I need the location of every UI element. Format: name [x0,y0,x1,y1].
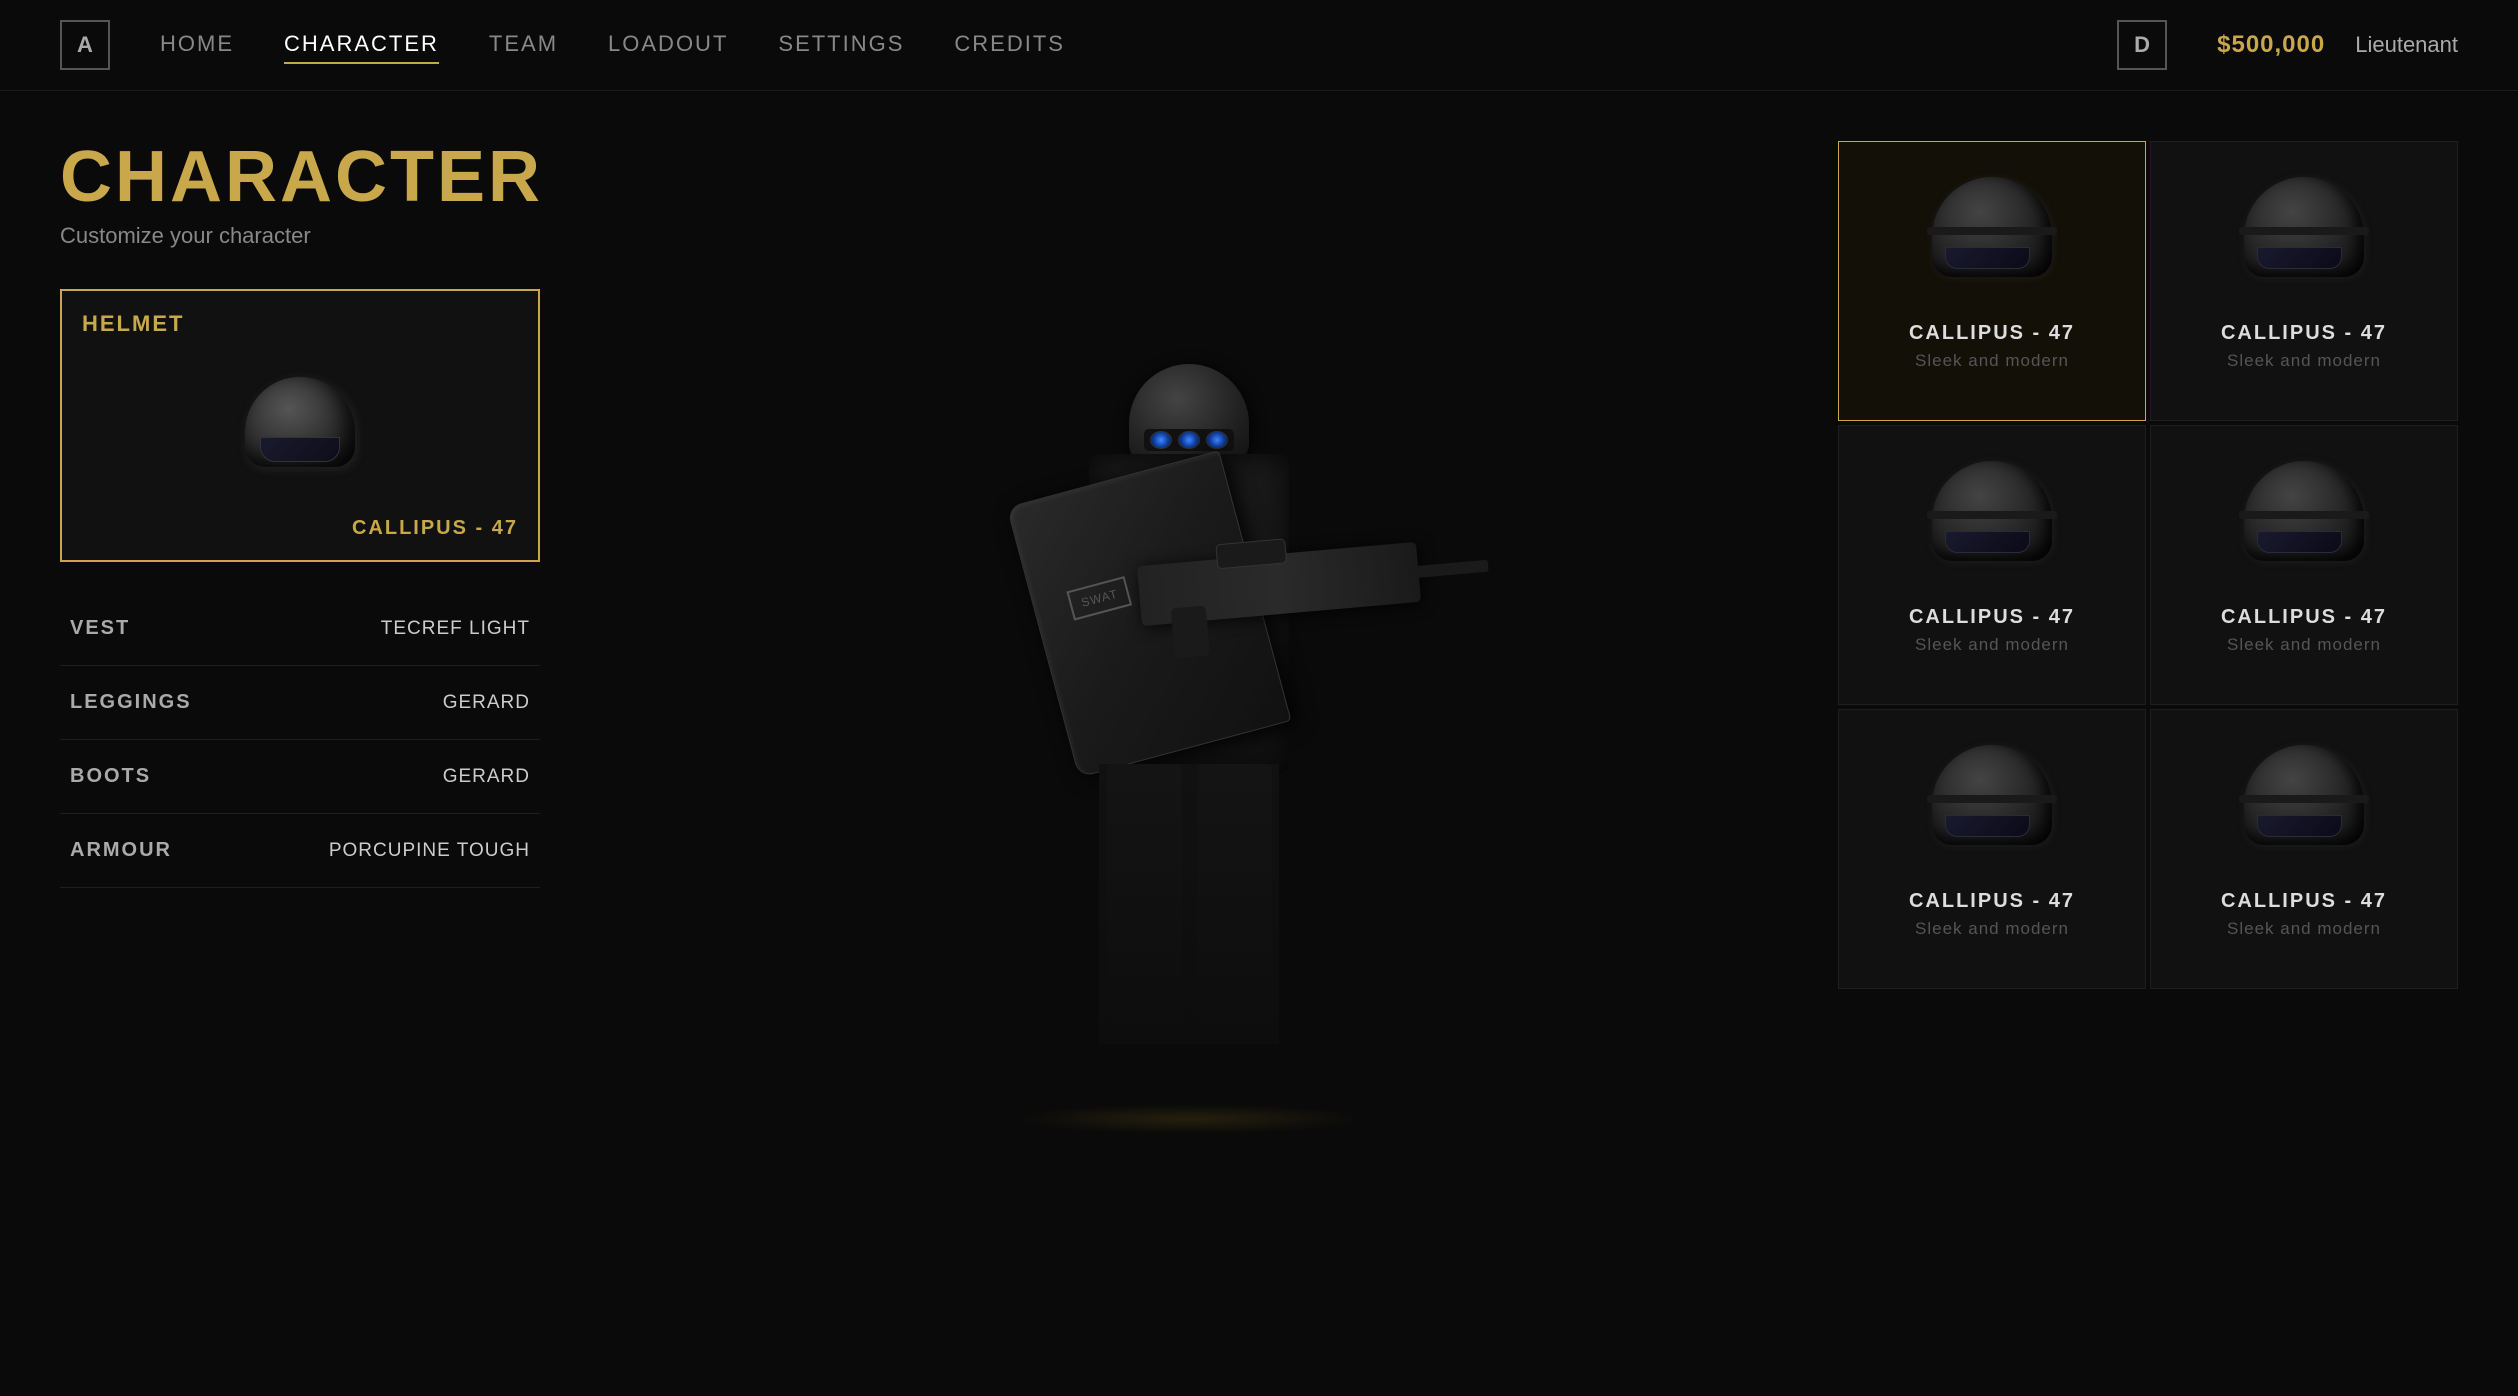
character-preview-panel: SWAT [580,141,1798,1346]
item-helm-visor-0 [1945,247,2030,269]
item-helm-visor-1 [2257,247,2342,269]
character-preview: SWAT [939,294,1439,1194]
item-helm-visor-3 [2257,531,2342,553]
char-leg-right [1197,764,1272,1044]
page-subtitle: Customize your character [60,223,540,249]
helmet-visor [260,437,340,462]
item-desc-0: Sleek and modern [1915,351,2069,371]
item-helm-band-2 [1927,511,2057,519]
item-desc-1: Sleek and modern [2227,351,2381,371]
helmet-card[interactable]: HELMET CALLIPUS - 47 [60,289,540,562]
item-name-3: CALLIPUS - 47 [2221,606,2387,629]
navigation: A HOME CHARACTER TEAM LOADOUT SETTINGS C… [0,0,2518,91]
gear-armour-label: ARMOUR [70,839,172,862]
gear-leggings-value: GERARD [443,692,530,714]
item-helm-visor-5 [2257,815,2342,837]
rifle-scope [1215,538,1287,569]
gear-leggings-label: LEGGINGS [70,691,192,714]
item-helmet-visual-3 [2229,456,2379,586]
shield-logo: SWAT [1067,576,1133,621]
item-name-5: CALLIPUS - 47 [2221,890,2387,913]
item-desc-2: Sleek and modern [1915,635,2069,655]
item-card-2[interactable]: CALLIPUS - 47 Sleek and modern [1838,425,2146,705]
nav-items: HOME CHARACTER TEAM LOADOUT SETTINGS CRE… [160,26,2067,64]
nav-item-character[interactable]: CHARACTER [284,26,439,64]
nav-icon-a[interactable]: A [60,20,110,70]
item-name-0: CALLIPUS - 47 [1909,322,2075,345]
char-legs [1099,764,1279,1044]
item-helmet-visual-0 [1917,172,2067,302]
gear-vest-label: VEST [70,617,130,640]
main-content: CHARACTER Customize your character HELME… [0,91,2518,1396]
nav-item-credits[interactable]: CREDITS [954,26,1065,64]
nvg-lens-2 [1178,431,1200,449]
helmet-label: HELMET [82,311,518,337]
item-name-1: CALLIPUS - 47 [2221,322,2387,345]
item-helmet-visual-5 [2229,740,2379,870]
item-name-2: CALLIPUS - 47 [1909,606,2075,629]
gear-boots-value: GERARD [443,766,530,788]
char-nvg [1144,429,1234,451]
item-helm-band-5 [2239,795,2369,803]
item-helm-band-3 [2239,511,2369,519]
item-helmet-visual-1 [2229,172,2379,302]
nvg-lens-3 [1206,431,1228,449]
helmet-3d-model [235,372,365,482]
nav-icon-d[interactable]: D [2117,20,2167,70]
helmet-name: CALLIPUS - 47 [82,517,518,540]
char-leg-left [1107,764,1182,1044]
item-helm-visor-2 [1945,531,2030,553]
rifle-grip [1171,605,1210,658]
item-card-1[interactable]: CALLIPUS - 47 Sleek and modern [2150,141,2458,421]
item-helm-band-4 [1927,795,2057,803]
rifle-barrel [1408,559,1489,578]
items-grid: CALLIPUS - 47 Sleek and modern CALLIPUS … [1838,141,2458,989]
gear-item-boots[interactable]: BOOTS GERARD [60,740,540,814]
gear-list: VEST TECREF LIGHT LEGGINGS GERARD BOOTS … [60,592,540,888]
gear-item-leggings[interactable]: LEGGINGS GERARD [60,666,540,740]
item-helmet-visual-2 [1917,456,2067,586]
left-panel: CHARACTER Customize your character HELME… [60,141,540,1346]
gear-armour-value: PORCUPINE TOUGH [329,840,530,862]
nvg-lens-1 [1150,431,1172,449]
item-card-4[interactable]: CALLIPUS - 47 Sleek and modern [1838,709,2146,989]
ground-glow [1014,1104,1364,1134]
nav-item-team[interactable]: TEAM [489,26,558,64]
nav-rank: Lieutenant [2355,32,2458,58]
item-card-3[interactable]: CALLIPUS - 47 Sleek and modern [2150,425,2458,705]
item-helm-band-0 [1927,227,2057,235]
item-desc-4: Sleek and modern [1915,919,2069,939]
helmet-visual [82,347,518,507]
item-helm-visor-4 [1945,815,2030,837]
page-title: CHARACTER [60,141,540,213]
item-desc-5: Sleek and modern [2227,919,2381,939]
char-helmet [1129,364,1249,464]
item-name-4: CALLIPUS - 47 [1909,890,2075,913]
item-helmet-visual-4 [1917,740,2067,870]
right-panel: CALLIPUS - 47 Sleek and modern CALLIPUS … [1838,141,2458,1346]
nav-item-loadout[interactable]: LOADOUT [608,26,728,64]
item-helm-band-1 [2239,227,2369,235]
gear-vest-value: TECREF LIGHT [381,618,530,640]
nav-item-settings[interactable]: SETTINGS [778,26,904,64]
nav-item-home[interactable]: HOME [160,26,234,64]
item-desc-3: Sleek and modern [2227,635,2381,655]
gear-item-armour[interactable]: ARMOUR PORCUPINE TOUGH [60,814,540,888]
character-figure: SWAT [979,334,1399,1154]
nav-credits: $500,000 [2217,31,2325,59]
nav-right: $500,000 Lieutenant [2217,31,2458,59]
item-card-5[interactable]: CALLIPUS - 47 Sleek and modern [2150,709,2458,989]
item-card-0[interactable]: CALLIPUS - 47 Sleek and modern [1838,141,2146,421]
gear-boots-label: BOOTS [70,765,151,788]
gear-item-vest[interactable]: VEST TECREF LIGHT [60,592,540,666]
